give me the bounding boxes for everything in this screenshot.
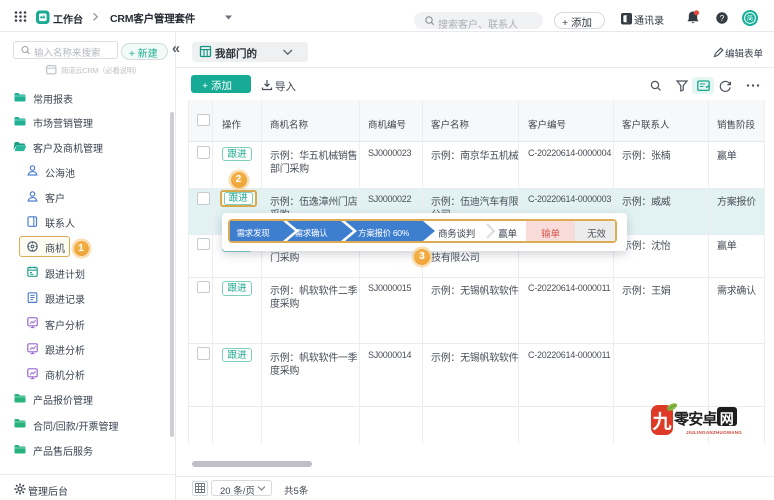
svg-text:简: 简 [747, 15, 753, 23]
svg-text:?: ? [719, 12, 724, 22]
